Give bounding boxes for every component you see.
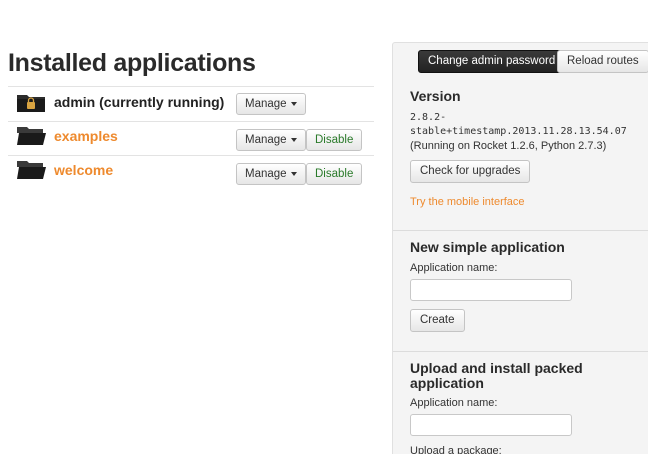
manage-button-admin[interactable]: Manage — [236, 93, 306, 115]
app-link-welcome[interactable]: welcome — [54, 162, 113, 178]
runtime-info: (Running on Rocket 1.2.6, Python 2.7.3) — [410, 140, 607, 152]
divider — [393, 230, 648, 231]
upload-name-label: Application name: — [410, 397, 498, 409]
app-row-admin: admin (currently running) Manage — [8, 86, 374, 121]
locked-folder-icon — [17, 95, 45, 112]
manage-label: Manage — [245, 134, 287, 146]
create-button[interactable]: Create — [410, 309, 465, 332]
new-app-heading: New simple application — [410, 239, 565, 255]
disable-button-welcome[interactable]: Disable — [306, 163, 363, 185]
manage-label: Manage — [245, 98, 287, 110]
app-name-admin: admin (currently running) — [54, 94, 225, 110]
mobile-interface-link[interactable]: Try the mobile interface — [410, 196, 525, 208]
sidebar: Change admin password Reload routes Vers… — [392, 42, 648, 454]
check-upgrades-button[interactable]: Check for upgrades — [410, 160, 531, 183]
upload-app-name-input[interactable] — [410, 414, 572, 436]
open-folder-icon — [17, 127, 46, 145]
upload-heading-line1: Upload and install packed — [410, 360, 583, 376]
app-link-examples[interactable]: examples — [54, 128, 118, 144]
new-app-name-input[interactable] — [410, 279, 572, 301]
app-row-examples: examples Manage Disable — [8, 121, 374, 156]
divider — [393, 351, 648, 352]
disable-button-examples[interactable]: Disable — [306, 129, 363, 151]
upload-package-label: Upload a package: — [410, 445, 502, 454]
caret-down-icon — [290, 171, 297, 176]
caret-down-icon — [290, 137, 297, 142]
change-admin-password-button[interactable]: Change admin password — [418, 50, 566, 73]
manage-label: Manage — [245, 168, 287, 180]
manage-button-examples[interactable]: Manage — [236, 129, 306, 151]
version-heading: Version — [410, 88, 461, 104]
manage-button-welcome[interactable]: Manage — [236, 163, 306, 185]
reload-routes-button[interactable]: Reload routes — [557, 50, 648, 73]
caret-down-icon — [290, 101, 297, 106]
open-folder-icon — [17, 161, 46, 179]
version-string-line2: stable+timestamp.2013.11.28.13.54.07 — [410, 126, 627, 137]
new-app-name-label: Application name: — [410, 262, 498, 274]
upload-heading-line2: application — [410, 375, 484, 391]
page-title: Installed applications — [8, 49, 256, 77]
app-row-welcome: welcome Manage Disable — [8, 155, 374, 190]
